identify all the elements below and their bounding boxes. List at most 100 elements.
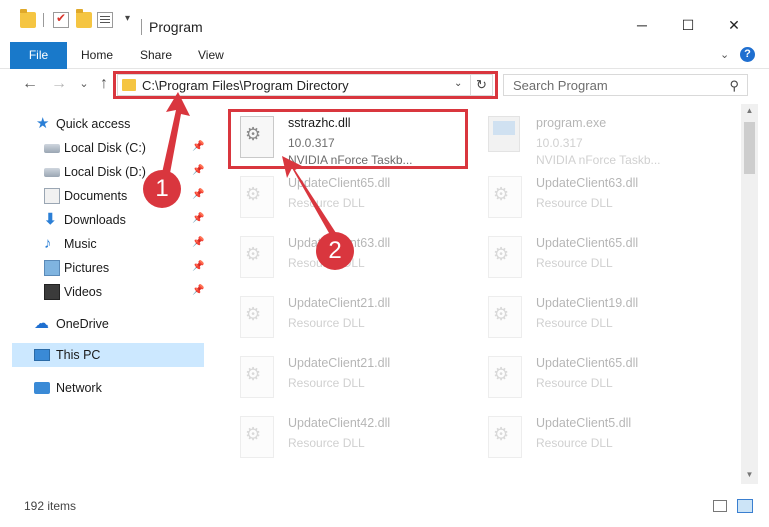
help-icon[interactable]: ?: [740, 47, 755, 62]
this-pc-icon: [34, 349, 50, 361]
close-button[interactable]: ✕: [711, 10, 757, 40]
folder-icon[interactable]: [20, 9, 36, 28]
music-icon: ♪: [44, 235, 52, 252]
pin-icon[interactable]: 📌: [192, 189, 204, 200]
search-placeholder: Search Program: [513, 78, 608, 93]
sidebar-item-label: Documents: [64, 189, 128, 203]
file-name: program.exe: [536, 116, 607, 130]
pin-icon[interactable]: 📌: [192, 237, 204, 248]
dll-file-icon: ⚙: [488, 356, 522, 398]
file-name: UpdateClient21.dll: [288, 296, 391, 310]
dll-file-icon: ⚙: [240, 236, 274, 278]
file-type: Resource DLL: [536, 376, 613, 390]
pin-icon[interactable]: 📌: [192, 165, 204, 176]
file-type: Resource DLL: [536, 436, 613, 450]
back-button[interactable]: ←: [21, 75, 39, 93]
file-name: UpdateClient63.dll: [536, 176, 639, 190]
scroll-thumb[interactable]: [744, 122, 755, 174]
file-tile[interactable]: ⚙ UpdateClient42.dll Resource DLL: [232, 410, 472, 466]
sidebar-item-onedrive[interactable]: ☁ OneDrive: [12, 312, 204, 336]
sidebar-item-pictures[interactable]: Pictures 📌: [12, 256, 204, 280]
scroll-down-icon[interactable]: ▼: [741, 470, 758, 479]
sidebar-item-network[interactable]: Network: [12, 376, 204, 400]
dll-file-icon: ⚙: [488, 236, 522, 278]
search-input[interactable]: Search Program ⚲: [503, 74, 748, 96]
sidebar-item-label: Videos: [64, 285, 102, 299]
large-icons-view-icon[interactable]: [737, 499, 753, 513]
search-icon[interactable]: ⚲: [729, 78, 739, 94]
tab-view[interactable]: View: [198, 42, 224, 69]
new-folder-icon[interactable]: [76, 9, 92, 28]
sidebar-item-label: Local Disk (C:): [64, 141, 146, 155]
sidebar-item-label: Music: [64, 237, 97, 251]
sidebar-item-local-disk-c[interactable]: Local Disk (C:) 📌: [12, 136, 204, 160]
disk-icon: [44, 144, 60, 153]
file-tile[interactable]: ⚙ UpdateClient65.dll Resource DLL: [480, 350, 720, 406]
file-tile[interactable]: ⚙ UpdateClient63.dll Resource DLL: [480, 170, 720, 226]
file-highlight-box: [228, 109, 468, 169]
sidebar-item-label: Network: [56, 381, 102, 395]
dll-file-icon: ⚙: [240, 296, 274, 338]
file-type: Resource DLL: [288, 196, 365, 210]
sidebar-item-music[interactable]: ♪ Music 📌: [12, 232, 204, 256]
dll-file-icon: ⚙: [240, 356, 274, 398]
network-icon: [34, 382, 50, 394]
vertical-scrollbar[interactable]: ▲ ▼: [741, 104, 758, 484]
sidebar-item-downloads[interactable]: ⬇ Downloads 📌: [12, 208, 204, 232]
file-tile[interactable]: ⚙ UpdateClient65.dll Resource DLL: [480, 230, 720, 286]
sidebar-item-label: This PC: [56, 348, 101, 362]
file-tile[interactable]: ⚙ UpdateClient21.dll Resource DLL: [232, 290, 472, 346]
forward-button[interactable]: →: [50, 75, 68, 93]
file-name: UpdateClient19.dll: [536, 296, 639, 310]
file-name: UpdateClient65.dll: [288, 176, 391, 190]
file-type: Resource DLL: [536, 256, 613, 270]
sidebar-item-label: Pictures: [64, 261, 110, 275]
downloads-icon: ⬇: [44, 211, 57, 228]
scroll-up-icon[interactable]: ▲: [741, 106, 758, 115]
dll-file-icon: ⚙: [488, 296, 522, 338]
file-tile[interactable]: ⚙ UpdateClient65.dll Resource DLL: [232, 170, 472, 226]
file-tile[interactable]: ⚙ UpdateClient19.dll Resource DLL: [480, 290, 720, 346]
up-button[interactable]: ↑: [95, 75, 113, 93]
step-1-badge: 1: [143, 170, 181, 208]
sidebar-item-label: OneDrive: [56, 317, 109, 331]
window-title: Program: [149, 19, 203, 35]
properties-check-icon[interactable]: [53, 11, 69, 28]
file-description: NVIDIA nForce Taskb...: [536, 153, 661, 167]
address-highlight-box: [113, 71, 498, 99]
minimize-button[interactable]: ─: [619, 10, 665, 40]
file-type: Resource DLL: [288, 376, 365, 390]
pin-icon[interactable]: 📌: [192, 213, 204, 224]
customize-toolbar-icon[interactable]: [97, 12, 113, 28]
star-icon: ★: [36, 115, 50, 132]
dll-file-icon: ⚙: [488, 416, 522, 458]
file-type: Resource DLL: [288, 316, 365, 330]
file-tile[interactable]: ⚙ UpdateClient5.dll Resource DLL: [480, 410, 720, 466]
recent-locations-icon[interactable]: ⌄: [75, 75, 93, 93]
file-tile-program-exe[interactable]: program.exe 10.0.317 NVIDIA nForce Taskb…: [480, 110, 720, 167]
file-name: UpdateClient21.dll: [288, 356, 391, 370]
pin-icon[interactable]: 📌: [192, 141, 204, 152]
sidebar-item-label: Downloads: [64, 213, 126, 227]
pin-icon[interactable]: 📌: [192, 261, 204, 272]
videos-icon: [44, 284, 60, 300]
dll-file-icon: ⚙: [240, 176, 274, 218]
file-tile[interactable]: ⚙ UpdateClient21.dll Resource DLL: [232, 350, 472, 406]
dll-file-icon: ⚙: [488, 176, 522, 218]
ribbon-expand-icon[interactable]: ⌄: [720, 48, 729, 61]
pin-icon[interactable]: 📌: [192, 285, 204, 296]
sidebar-item-quick-access[interactable]: ★ Quick access: [12, 112, 204, 136]
details-view-icon[interactable]: [713, 500, 727, 512]
file-name: UpdateClient65.dll: [536, 236, 639, 250]
ribbon-tabs: File Home Share View: [0, 40, 769, 69]
sidebar-item-this-pc[interactable]: This PC: [12, 343, 204, 367]
quick-access-dropdown-icon[interactable]: ▾: [125, 13, 130, 24]
tab-file[interactable]: File: [10, 42, 67, 69]
tab-home[interactable]: Home: [81, 42, 113, 69]
navigation-pane: ★ Quick access Local Disk (C:) 📌 Local D…: [0, 104, 210, 484]
tab-share[interactable]: Share: [140, 42, 172, 69]
maximize-button[interactable]: ☐: [665, 10, 711, 40]
onedrive-icon: ☁: [34, 315, 49, 332]
sidebar-item-videos[interactable]: Videos 📌: [12, 280, 204, 304]
step-2-badge: 2: [316, 232, 354, 270]
